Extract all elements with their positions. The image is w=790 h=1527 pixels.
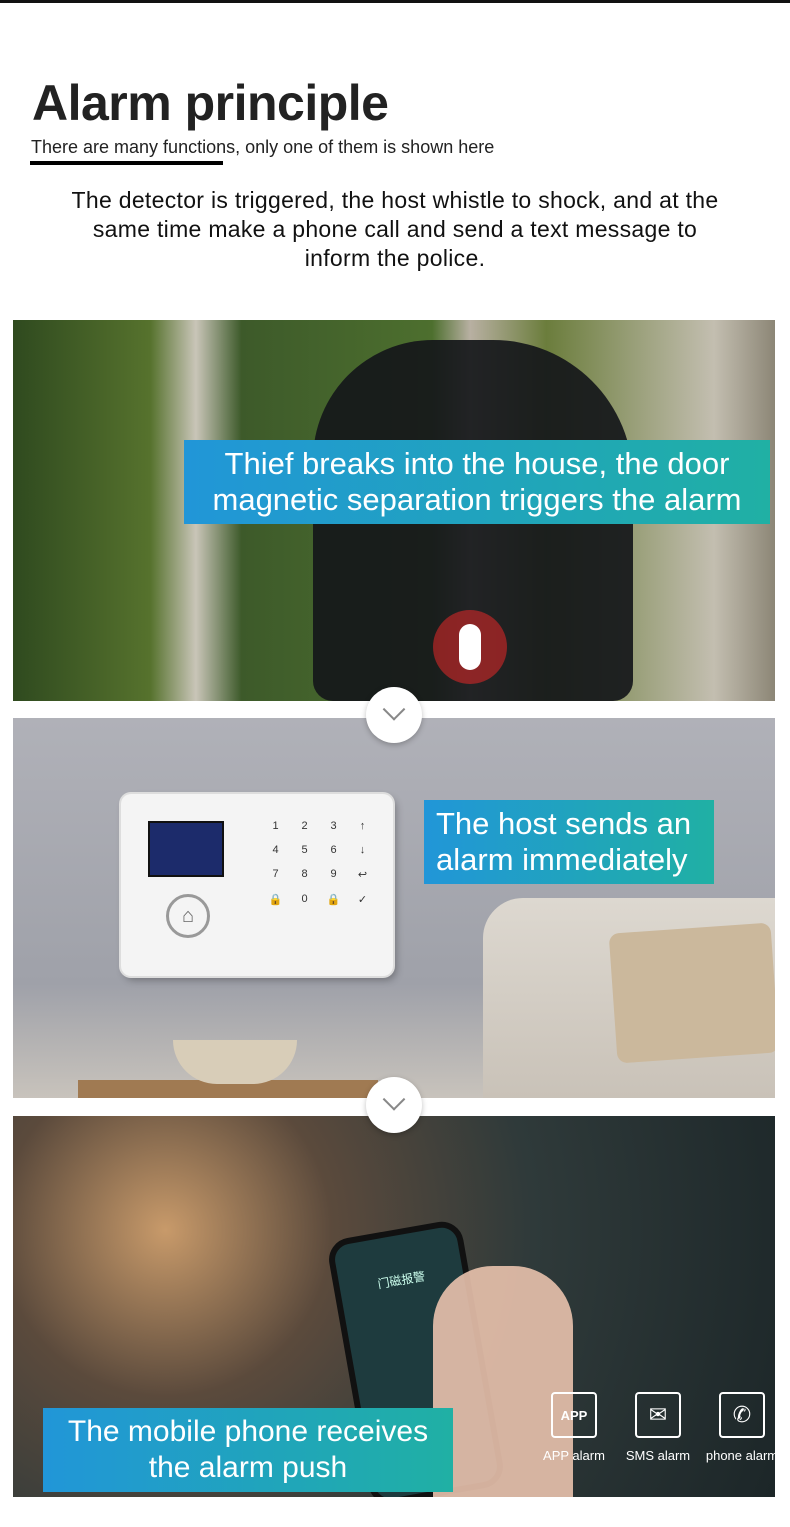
keypad-key: ↩ [357,869,368,881]
keypad-key: 0 [301,893,308,905]
page-title: Alarm principle [32,75,389,131]
pillow [608,922,775,1064]
keypad-key: ↓ [359,844,366,856]
alarm-type-app: APP APP alarm [535,1392,613,1463]
phone-icon: ✆ [719,1392,765,1438]
keypad-key: 8 [301,868,308,880]
alarm-type-label: APP alarm [543,1448,605,1463]
door-sensor-icon [433,610,507,684]
envelope-icon: ✉ [635,1392,681,1438]
bowl [173,1040,297,1084]
alarm-type-label: SMS alarm [625,1448,691,1463]
caption-step-1: Thief breaks into the house, the door ma… [184,440,770,524]
chevron-down-icon [366,687,422,743]
keypad-key: ✓ [357,894,368,906]
alarm-type-label: phone alarm [705,1448,775,1463]
keypad-key: 3 [330,820,337,832]
keypad-key: 7 [272,868,279,880]
top-border [0,0,790,3]
keypad-key: 🔒 [268,894,283,906]
alarm-type-phone: ✆ phone alarm [703,1392,775,1463]
keypad-key: 6 [330,844,337,856]
description: The detector is triggered, the host whis… [71,187,719,271]
caption-step-3: The mobile phone receives the alarm push [43,1408,453,1492]
keypad-key: ↑ [359,820,366,832]
chevron-down-icon [366,1077,422,1133]
alarm-types: APP APP alarm ✉ SMS alarm ✆ phone alarm [535,1392,775,1463]
alarm-host-panel: ⌂ 1 2 3 ↑ 4 5 6 ↓ 7 8 9 ↩ 🔒 0 🔒 ✓ [121,794,393,976]
keypad-key: 5 [301,844,308,856]
alarm-type-sms: ✉ SMS alarm [619,1392,697,1463]
step-phone-photo: 门磁报警 The mobile phone receives the alarm… [13,1116,775,1497]
subtitle: There are many functions, only one of th… [31,137,495,157]
step-host-photo: ⌂ 1 2 3 ↑ 4 5 6 ↓ 7 8 9 ↩ 🔒 0 🔒 ✓ The host sends an ala… [13,718,775,1098]
keypad-key: 9 [330,868,337,880]
title-underline [30,161,223,165]
keypad: 1 2 3 ↑ 4 5 6 ↓ 7 8 9 ↩ 🔒 0 🔒 ✓ [261,820,377,906]
keypad-key: 🔒 [326,894,341,906]
home-icon: ⌂ [166,894,210,938]
app-icon: APP [551,1392,597,1438]
caption-step-2: The host sends an alarm immediately [424,800,714,884]
step-thief-photo: Thief breaks into the house, the door ma… [13,320,775,701]
keypad-key: 4 [272,844,279,856]
keypad-key: 1 [272,820,279,832]
host-screen [148,821,224,877]
keypad-key: 2 [301,820,308,832]
